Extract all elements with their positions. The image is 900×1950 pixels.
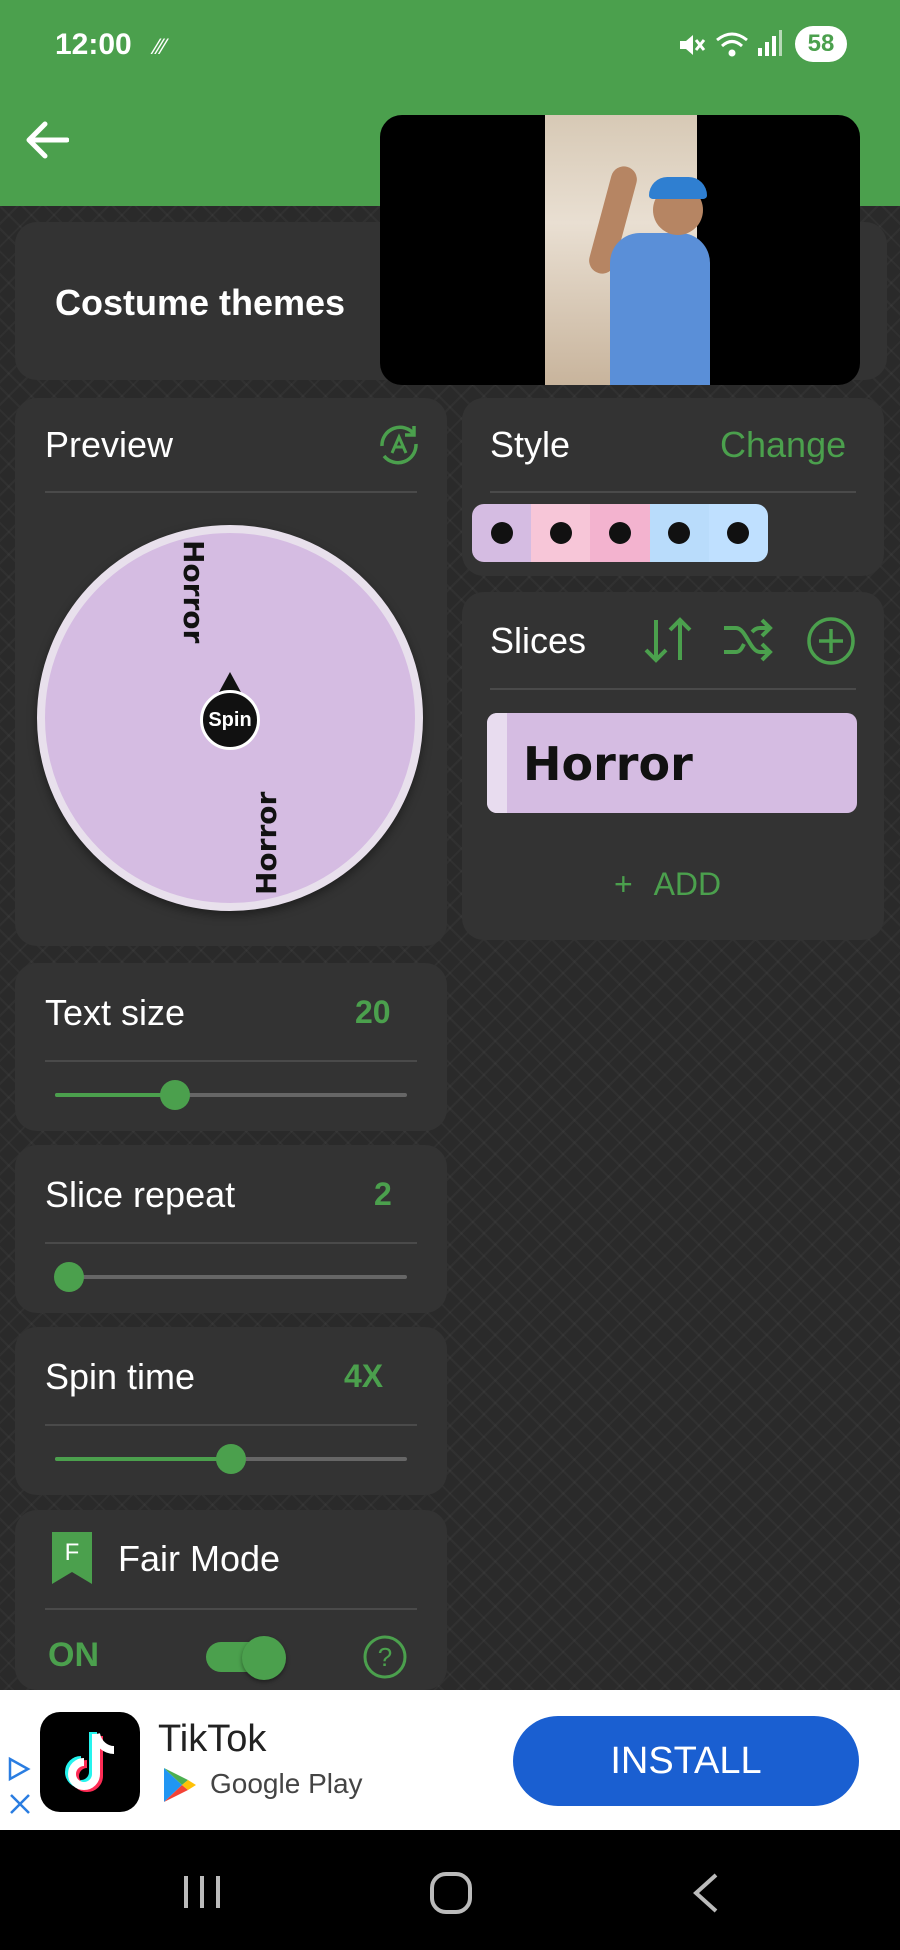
- slice-repeat-track[interactable]: [55, 1275, 407, 1279]
- slice-repeat-divider: [45, 1242, 417, 1244]
- style-swatch: [708, 504, 768, 562]
- spin-time-value: 4X: [344, 1358, 384, 1394]
- fair-mode-state: ON: [48, 1636, 99, 1674]
- style-divider: [490, 491, 856, 493]
- ad-app-name: TikTok: [158, 1718, 267, 1760]
- swatch-dot: [549, 522, 572, 544]
- home-icon[interactable]: [428, 1870, 474, 1921]
- slider-thumb[interactable]: [216, 1444, 246, 1474]
- video-overlay[interactable]: [380, 115, 860, 385]
- shuffle-icon[interactable]: [722, 616, 774, 669]
- add-circle-icon[interactable]: [806, 616, 856, 671]
- swatch-dot: [609, 522, 631, 544]
- video-figure-hat: [649, 177, 707, 199]
- tiktok-note-icon: [65, 1732, 115, 1792]
- fair-mode-toggle[interactable]: [206, 1636, 286, 1680]
- ad-store-label: Google Play: [210, 1768, 363, 1799]
- ad-choices-icon[interactable]: [6, 1756, 32, 1787]
- slice-item-label: Horror: [523, 737, 693, 791]
- swatch-dot: [490, 522, 513, 544]
- spin-button[interactable]: Spin: [200, 690, 260, 750]
- slice-repeat-label: Slice repeat: [45, 1174, 236, 1215]
- auto-rotate-icon[interactable]: [374, 420, 424, 475]
- swatch-dot: [727, 522, 750, 544]
- slice-repeat-value: 2: [374, 1176, 392, 1212]
- text-size-label: Text size: [45, 992, 186, 1033]
- style-swatch: [531, 504, 591, 562]
- arrow-left-icon: [26, 121, 69, 159]
- style-swatch: [472, 504, 532, 562]
- notification-icon: ⁄⁄⁄: [155, 34, 167, 59]
- slice-drag-handle[interactable]: [487, 713, 507, 813]
- swatch-dot: [668, 522, 691, 544]
- style-swatches[interactable]: [472, 504, 768, 562]
- ad-close-icon[interactable]: [8, 1792, 32, 1821]
- wheel-slice-label: Horror: [177, 540, 210, 644]
- sort-icon[interactable]: [640, 616, 696, 669]
- fair-mode-title: Fair Mode: [118, 1538, 281, 1579]
- spin-time-label: Spin time: [45, 1356, 196, 1397]
- text-size-value: 20: [355, 994, 391, 1030]
- back-nav-icon[interactable]: [688, 1872, 722, 1919]
- google-play-icon: [162, 1766, 198, 1809]
- spin-time-divider: [45, 1424, 417, 1426]
- slices-title: Slices: [490, 620, 587, 661]
- video-figure-body: [610, 233, 710, 385]
- slice-item[interactable]: Horror: [487, 713, 857, 813]
- toggle-knob: [242, 1636, 286, 1680]
- signal-icon: [757, 30, 783, 63]
- wifi-icon: [715, 30, 749, 65]
- text-size-card: [15, 963, 447, 1131]
- style-title: Style: [490, 424, 571, 465]
- video-frame: [545, 115, 710, 385]
- slider-thumb[interactable]: [54, 1262, 85, 1292]
- back-button[interactable]: [18, 112, 74, 168]
- battery-indicator: 58: [795, 26, 847, 62]
- wheel-slice-label: Horror: [250, 791, 283, 895]
- status-time: 12:00: [55, 28, 132, 61]
- recent-apps-icon[interactable]: [180, 1872, 224, 1917]
- slice-repeat-card: [15, 1145, 447, 1313]
- preview-divider: [45, 491, 417, 493]
- slider-fill: [55, 1093, 175, 1097]
- page-title: Costume themes: [55, 282, 346, 323]
- slices-divider: [490, 688, 856, 690]
- install-button[interactable]: INSTALL: [513, 1716, 859, 1806]
- fair-mode-divider: [45, 1608, 417, 1610]
- mute-icon: [676, 30, 706, 65]
- slider-fill: [55, 1457, 231, 1461]
- preview-title: Preview: [45, 424, 174, 465]
- plus-icon: +: [614, 866, 633, 902]
- add-slice-label: ADD: [653, 866, 722, 902]
- add-slice-button[interactable]: + ADD: [614, 866, 721, 903]
- text-size-divider: [45, 1060, 417, 1062]
- slider-thumb[interactable]: [159, 1080, 190, 1110]
- help-icon[interactable]: ?: [362, 1634, 408, 1685]
- fair-mode-icon: F: [52, 1532, 92, 1589]
- tiktok-logo[interactable]: [40, 1712, 140, 1812]
- style-swatch: [590, 504, 650, 562]
- style-change-button[interactable]: Change: [720, 424, 846, 466]
- svg-text:?: ?: [378, 1642, 392, 1672]
- svg-text:F: F: [65, 1539, 80, 1566]
- style-swatch: [649, 504, 709, 562]
